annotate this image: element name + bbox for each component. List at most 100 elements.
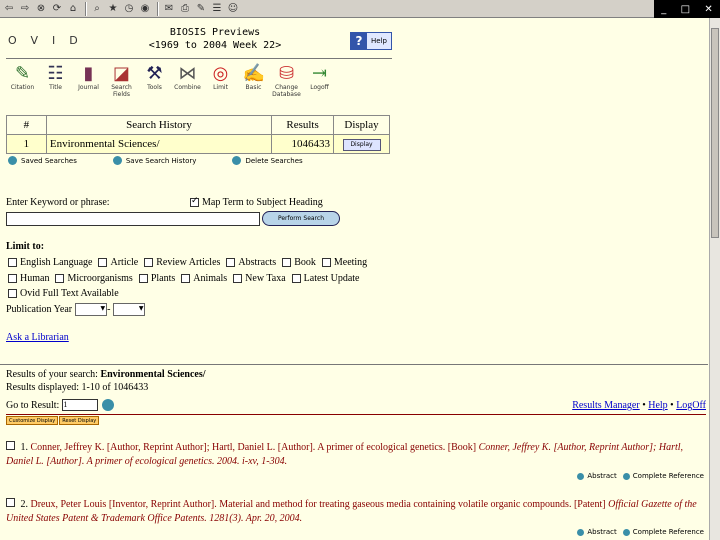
- minimize-button[interactable]: _: [661, 4, 666, 15]
- toolbar-button-journal[interactable]: ▮ Journal: [72, 62, 105, 98]
- toolbar-button-logoff[interactable]: ⇥ Logoff: [303, 62, 336, 98]
- refresh-icon[interactable]: ⟳: [50, 2, 64, 16]
- ovid-logo: OVID: [8, 34, 92, 47]
- stop-icon[interactable]: ⊗: [34, 2, 48, 16]
- limit-row-3: Ovid Full Text Available: [8, 288, 125, 299]
- perform-search-button[interactable]: Perform Search: [262, 211, 340, 226]
- record-checkbox[interactable]: [6, 441, 15, 450]
- favorites-icon[interactable]: ★: [106, 2, 120, 16]
- save-search-history-button[interactable]: Save Search History: [112, 156, 196, 165]
- mail-icon[interactable]: ✉: [162, 2, 176, 16]
- ask-librarian-link[interactable]: Ask a Librarian: [6, 332, 69, 343]
- toolbar-button-tools[interactable]: ⚒ Tools: [138, 62, 171, 98]
- keyword-input[interactable]: [6, 212, 260, 226]
- logoff-icon: ⇥: [311, 63, 328, 83]
- help-button[interactable]: ? Help: [350, 32, 392, 50]
- goto-button[interactable]: [102, 399, 115, 411]
- limit-label: Limit to:: [6, 241, 45, 252]
- display-button[interactable]: Display: [342, 138, 381, 151]
- bullet-icon: [577, 528, 585, 536]
- edit-icon[interactable]: ✎: [194, 2, 208, 16]
- history-icon[interactable]: ◷: [122, 2, 136, 16]
- bullet-icon: [112, 156, 122, 165]
- history-actions: Saved Searches Save Search History Delet…: [8, 156, 339, 165]
- saved-searches-button[interactable]: Saved Searches: [8, 156, 77, 165]
- bullet-icon: [8, 156, 17, 165]
- complete-reference-link[interactable]: Complete Reference: [633, 472, 704, 480]
- limit-row-2: Human Microorganisms Plants Animals New Taxa…: [8, 273, 365, 284]
- limit-checkbox[interactable]: [8, 289, 17, 298]
- pub-year-to-select[interactable]: [113, 303, 146, 316]
- list-icon: ☷: [47, 63, 64, 83]
- vertical-scrollbar[interactable]: [709, 18, 720, 540]
- window-controls: _ □ ✕: [654, 0, 720, 18]
- limit-checkbox[interactable]: [138, 274, 148, 283]
- help-link[interactable]: Help: [648, 400, 667, 411]
- bullet-icon: [232, 156, 242, 165]
- discuss-icon[interactable]: ☰: [210, 2, 224, 16]
- toolbar-button-title[interactable]: ☷ Title: [39, 62, 72, 98]
- limit-label-text: Human: [20, 273, 50, 284]
- limit-checkbox[interactable]: [8, 274, 17, 283]
- record-title[interactable]: Material and method for treating gaseous…: [217, 499, 608, 510]
- col-results: Results: [271, 115, 335, 135]
- close-button[interactable]: ✕: [704, 4, 712, 15]
- limit-book: Book: [282, 257, 316, 268]
- table-row: 1 Environmental Sciences/ 1046433 Displa…: [6, 134, 390, 154]
- limit-checkbox[interactable]: [181, 274, 191, 283]
- toolbar-label: Basic: [245, 84, 262, 91]
- toolbar-label: Combine: [174, 84, 201, 91]
- complete-reference-link[interactable]: Complete Reference: [633, 528, 704, 536]
- maximize-button[interactable]: □: [681, 4, 690, 15]
- record-links: Abstract Complete Reference: [571, 472, 704, 480]
- limit-checkbox[interactable]: [291, 274, 301, 283]
- limit-checkbox[interactable]: [144, 258, 154, 267]
- scroll-thumb[interactable]: [711, 28, 719, 238]
- database-name: BIOSIS Previews: [169, 27, 261, 38]
- toolbar-button-citation[interactable]: ✎ Citation: [6, 62, 39, 98]
- bullet-icon: [577, 472, 585, 480]
- limit-checkbox[interactable]: [55, 274, 65, 283]
- back-icon[interactable]: ⇦: [2, 2, 16, 16]
- browser-toolbar: ⇦ ⇨ ⊗ ⟳ ⌂ ⌕ ★ ◷ ◉ ✉ ⎙ ✎ ☰ ☺: [0, 0, 720, 18]
- limit-checkbox[interactable]: [98, 258, 108, 267]
- home-icon[interactable]: ⌂: [66, 2, 80, 16]
- limit-label-text: English Language: [20, 257, 93, 268]
- abstract-link[interactable]: Abstract: [587, 528, 616, 536]
- pub-year-from-select[interactable]: [75, 303, 108, 316]
- print-icon[interactable]: ⎙: [178, 2, 192, 16]
- limit-checkbox[interactable]: [226, 258, 236, 267]
- limit-article: Article: [98, 257, 138, 268]
- forward-icon[interactable]: ⇨: [18, 2, 32, 16]
- record-checkbox[interactable]: [6, 498, 15, 507]
- media-icon[interactable]: ◉: [138, 2, 152, 16]
- display-buttons: Customize Display Reset Display: [6, 416, 100, 425]
- database-icon: ⛁: [278, 63, 295, 83]
- record-title[interactable]: A primer of ecological genetics. [Book]: [315, 442, 478, 453]
- search-icon[interactable]: ⌕: [90, 2, 104, 16]
- map-term-checkbox[interactable]: [190, 196, 199, 207]
- toolbar-button-combine[interactable]: ⋈ Combine: [171, 62, 204, 98]
- toolbar-button-change-database[interactable]: ⛁ Change Database: [270, 62, 303, 98]
- toolbar-button-basic[interactable]: ✍ Basic: [237, 62, 270, 98]
- basic-icon: ✍: [242, 63, 265, 83]
- limit-checkbox[interactable]: [321, 258, 331, 267]
- toolbar-button-search-fields[interactable]: ◪ Search Fields: [105, 62, 138, 98]
- limit-label-text: Book: [294, 257, 316, 268]
- delete-searches-button[interactable]: Delete Searches: [232, 156, 303, 165]
- limit-checkbox[interactable]: [282, 258, 292, 267]
- results-of-search: Results of your search: Environmental Sc…: [6, 369, 206, 380]
- abstract-link[interactable]: Abstract: [587, 472, 616, 480]
- limit-checkbox[interactable]: [8, 258, 17, 267]
- col-search-history: Search History: [45, 115, 273, 135]
- customize-display-button[interactable]: Customize Display: [6, 416, 59, 425]
- logoff-link[interactable]: LogOff: [676, 400, 706, 411]
- toolbar-button-limit[interactable]: ◎ Limit: [204, 62, 237, 98]
- messenger-icon[interactable]: ☺: [226, 2, 240, 16]
- limit-checkbox[interactable]: [233, 274, 243, 283]
- history-query: Environmental Sciences/: [45, 134, 273, 154]
- results-manager-link[interactable]: Results Manager: [572, 400, 640, 411]
- reset-display-button[interactable]: Reset Display: [59, 416, 100, 425]
- goto-label: Go to Result:: [6, 399, 60, 411]
- goto-input[interactable]: 1: [62, 399, 99, 411]
